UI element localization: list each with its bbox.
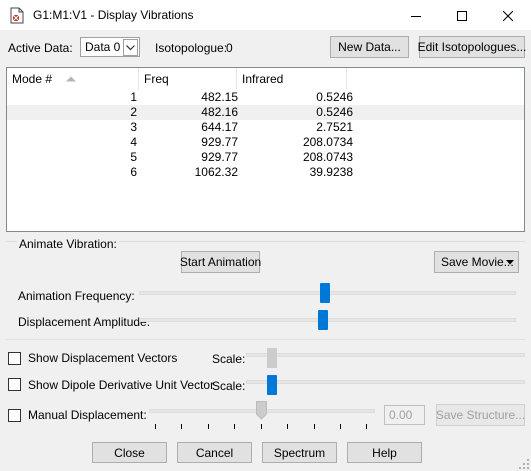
slider-tick [261,424,262,429]
chevron-down-icon[interactable] [123,39,138,56]
minimize-button[interactable] [393,0,439,31]
manual-displacement-label: Manual Displacement: [28,408,147,422]
isotopologue-value: 0 [226,41,233,55]
slider-tick [340,424,341,429]
cell-mode: 5 [130,150,137,164]
cell-freq: 482.16 [201,105,238,119]
active-data-select[interactable]: Data 0 [80,37,140,57]
cell-mode: 3 [130,120,137,134]
cell-infrared: 208.0743 [302,150,353,164]
section-divider-2 [6,339,525,340]
show-displacement-vectors-label: Show Displacement Vectors [28,351,178,365]
resize-grip-icon[interactable] [519,459,529,469]
table-row[interactable]: 3 644.17 2.7521 [7,120,524,135]
displacement-scale-slider[interactable] [267,348,277,368]
vibrations-table[interactable]: Mode # Freq Infrared 1 482.15 0.5246 2 482.1… [6,67,525,232]
manual-displacement-slider[interactable] [256,401,267,423]
isotopologue-label: Isotopologue: [155,41,228,55]
show-displacement-vectors-checkbox[interactable] [8,352,21,365]
cell-freq: 1062.32 [194,165,238,179]
animate-vibration-label: Animate Vibration: [17,237,119,251]
spectrum-button[interactable]: Spectrum [262,442,337,463]
show-dipole-derivative-checkbox[interactable] [8,378,21,391]
close-button[interactable]: Close [92,442,167,463]
manual-displacement-input[interactable]: 0.00 [384,405,425,425]
save-movie-button[interactable]: Save Movie... [434,251,519,273]
table-row[interactable]: 6 1062.32 39.9238 [7,165,524,180]
slider-tick [314,424,315,429]
gaussview-app-icon[interactable] [9,7,25,24]
cell-freq: 482.15 [201,90,238,104]
displacement-amplitude-label: Displacement Amplitude: [18,315,151,329]
dropdown-arrow-icon [506,260,514,265]
active-data-value: Data 0 [85,40,121,54]
cell-mode: 2 [130,105,137,119]
slider-tick [208,424,209,429]
start-animation-button[interactable]: Start Animation [180,251,261,273]
displacement-amplitude-slider[interactable] [318,310,328,330]
slider-tick [366,424,367,429]
edit-isotopologues-button[interactable]: Edit Isotopologues... [418,36,526,58]
close-window-button[interactable] [485,0,531,31]
cell-freq: 929.77 [201,150,238,164]
cancel-button[interactable]: Cancel [177,442,252,463]
cell-infrared: 2.7521 [316,120,353,134]
table-row[interactable]: 5 929.77 208.0743 [7,150,524,165]
new-data-button[interactable]: New Data... [330,36,409,58]
close-icon [503,10,513,21]
slider-tick [181,424,182,429]
show-dipole-derivative-label: Show Dipole Derivative Unit Vector [28,378,215,392]
column-header-infrared[interactable]: Infrared [237,68,347,90]
maximize-button[interactable] [439,0,485,31]
save-structure-button[interactable]: Save Structure... [436,404,525,426]
cell-infrared: 0.5246 [316,90,353,104]
maximize-icon [457,10,467,21]
cell-infrared: 39.9238 [309,165,353,179]
window-title: G1:M1:V1 - Display Vibrations [33,8,194,22]
animation-frequency-slider[interactable] [320,283,330,303]
cell-infrared: 208.0734 [302,135,353,149]
displacement-scale-track [246,353,525,357]
cell-mode: 4 [130,135,137,149]
column-header-freq[interactable]: Freq [139,68,237,90]
slider-tick [155,424,156,429]
dipole-scale-track [246,380,525,384]
dipole-scale-slider[interactable] [267,375,277,395]
cell-mode: 6 [130,165,137,179]
slider-tick [287,424,288,429]
animation-frequency-label: Animation Frequency: [18,289,135,303]
column-header-mode[interactable]: Mode # [7,68,139,90]
title-bar: G1:M1:V1 - Display Vibrations [0,0,531,31]
manual-displacement-checkbox[interactable] [8,409,21,422]
slider-tick [234,424,235,429]
sort-ascending-icon [66,76,77,82]
cell-freq: 644.17 [201,120,238,134]
table-row[interactable]: 2 482.16 0.5246 [7,105,524,120]
table-row[interactable]: 4 929.77 208.0734 [7,135,524,150]
minimize-icon [411,15,421,17]
active-data-label: Active Data: [8,41,73,55]
displacement-scale-label: Scale: [212,352,246,366]
help-button[interactable]: Help [347,442,422,463]
cell-freq: 929.77 [201,135,238,149]
cell-mode: 1 [130,90,137,104]
cell-infrared: 0.5246 [316,105,353,119]
table-row[interactable]: 1 482.15 0.5246 [7,90,524,105]
dipole-scale-label: Scale: [212,379,246,393]
